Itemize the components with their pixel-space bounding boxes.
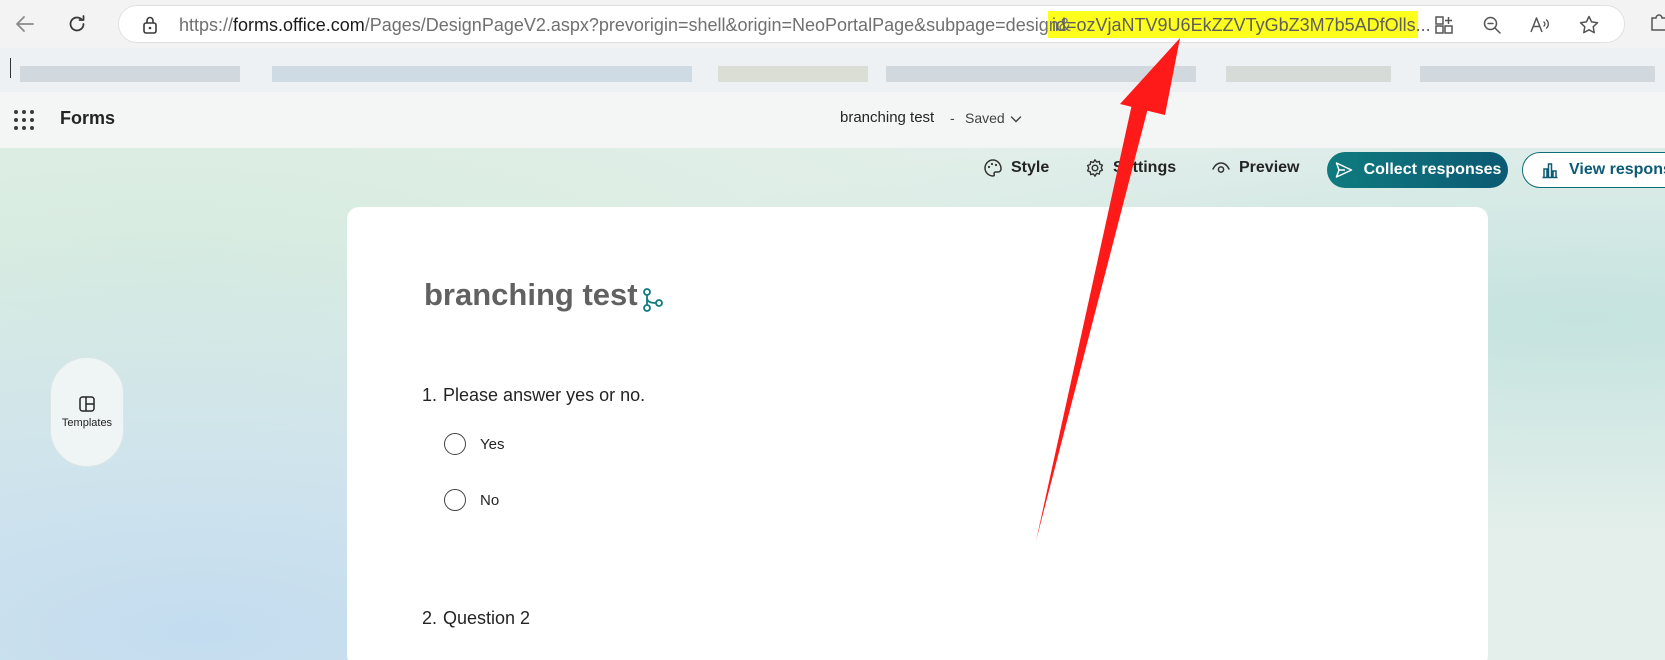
lock-icon bbox=[143, 16, 157, 34]
preview-label: Preview bbox=[1239, 159, 1300, 176]
view-responses-label: View responses bbox=[1569, 161, 1665, 178]
bookmarks-bar bbox=[0, 48, 1665, 92]
option-label: Yes bbox=[480, 435, 505, 453]
read-aloud-icon[interactable] bbox=[1529, 14, 1551, 36]
preview-button[interactable]: Preview bbox=[1211, 152, 1299, 184]
app-launcher-icon[interactable] bbox=[14, 110, 34, 130]
option-no[interactable]: No bbox=[444, 489, 499, 511]
templates-button[interactable]: Templates bbox=[50, 357, 124, 467]
extensions-icon[interactable] bbox=[1648, 12, 1665, 34]
gear-icon bbox=[1086, 159, 1104, 177]
chart-icon bbox=[1542, 163, 1558, 179]
collect-responses-label: Collect responses bbox=[1363, 161, 1502, 178]
form-card: branching test 1. Please answer yes or no… bbox=[347, 207, 1488, 660]
back-button[interactable] bbox=[10, 9, 40, 39]
url-text: https://forms.office.com/Pages/DesignPag… bbox=[179, 15, 1071, 35]
templates-icon bbox=[79, 396, 95, 412]
back-arrow-icon bbox=[16, 16, 34, 32]
question-2[interactable]: 2. Question 2 bbox=[422, 608, 530, 629]
collect-responses-button[interactable]: Collect responses bbox=[1327, 152, 1508, 188]
settings-label: Settings bbox=[1113, 159, 1177, 176]
app-name[interactable]: Forms bbox=[60, 108, 115, 129]
option-yes[interactable]: Yes bbox=[444, 433, 504, 455]
question-1-text: Please answer yes or no. bbox=[443, 385, 646, 405]
header-separator: - bbox=[950, 110, 955, 126]
url-highlighted-id: id=ozVjaNTV9U6EkZZVTyGbZ3M7b5ADfOlls... bbox=[1052, 15, 1431, 35]
send-icon bbox=[1335, 162, 1352, 178]
radio-button[interactable] bbox=[444, 489, 466, 511]
favorite-star-icon[interactable] bbox=[1578, 14, 1600, 36]
chevron-down-icon[interactable] bbox=[1010, 114, 1022, 124]
browser-toolbar: https://forms.office.com/Pages/DesignPag… bbox=[0, 0, 1665, 48]
question-1[interactable]: 1. Please answer yes or no. bbox=[422, 385, 645, 406]
app-available-icon[interactable] bbox=[1433, 14, 1455, 36]
style-label: Style bbox=[1011, 159, 1050, 176]
forms-app: Forms branching test - Saved Style Setti… bbox=[0, 92, 1665, 660]
address-bar[interactable]: https://forms.office.com/Pages/DesignPag… bbox=[118, 5, 1625, 43]
view-responses-button[interactable]: View responses bbox=[1522, 152, 1665, 188]
header-form-name[interactable]: branching test bbox=[840, 109, 934, 126]
app-header: Forms branching test - Saved bbox=[0, 92, 1665, 148]
form-title[interactable]: branching test bbox=[424, 277, 638, 313]
refresh-icon bbox=[69, 15, 85, 32]
style-button[interactable]: Style bbox=[983, 152, 1049, 184]
palette-icon bbox=[984, 159, 1002, 177]
zoom-out-icon[interactable] bbox=[1481, 14, 1503, 36]
refresh-button[interactable] bbox=[62, 9, 92, 39]
option-label: No bbox=[480, 491, 500, 509]
save-status[interactable]: Saved bbox=[965, 110, 1005, 126]
eye-icon bbox=[1212, 162, 1230, 173]
templates-label: Templates bbox=[61, 417, 113, 429]
question-2-text: Question 2 bbox=[443, 608, 531, 628]
radio-button[interactable] bbox=[444, 433, 466, 455]
branching-icon[interactable] bbox=[641, 287, 665, 313]
settings-button[interactable]: Settings bbox=[1085, 152, 1176, 184]
